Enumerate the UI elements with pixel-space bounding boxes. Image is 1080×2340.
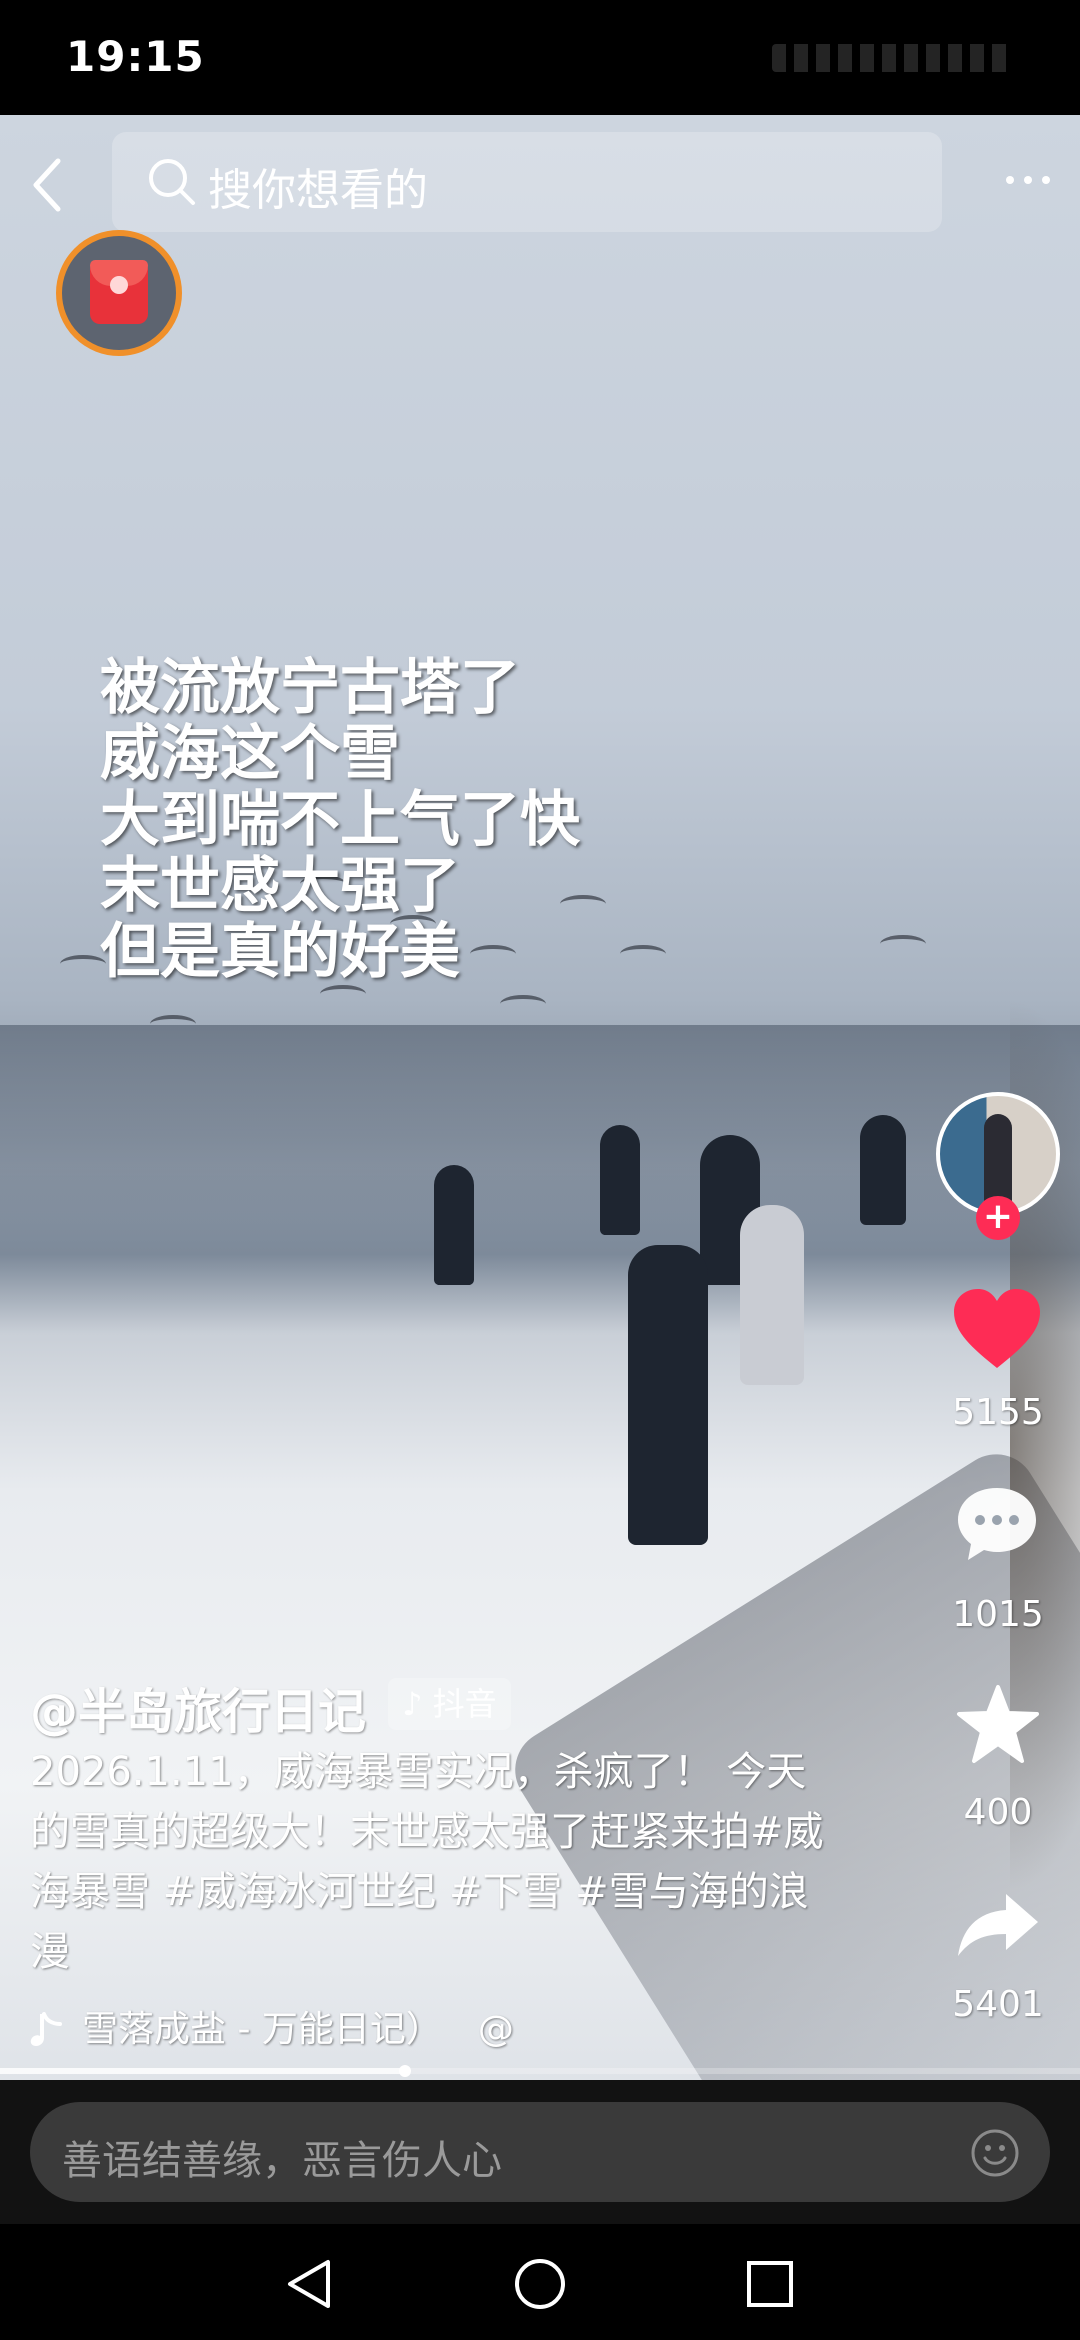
caption-line: 被流放宁古塔了 [100, 653, 520, 723]
progress-fill [0, 2068, 405, 2074]
music-title: 雪落成盐 - 万能日记） [82, 2009, 442, 2050]
status-bar: 19:15 [0, 0, 1080, 115]
person-silhouette [434, 1165, 474, 1285]
search-placeholder: 搜你想看的 [208, 165, 428, 216]
favorite-count: 400 [963, 1792, 1033, 1833]
like-count: 5155 [952, 1392, 1044, 1433]
search-bar[interactable]: 搜你想看的 [112, 132, 942, 232]
seagull [150, 1015, 196, 1033]
person-silhouette [628, 1245, 708, 1545]
share-arrow-icon[interactable] [956, 1890, 1040, 1960]
douyin-badge: ♪ 抖音 [388, 1678, 511, 1730]
nav-recents-icon[interactable] [740, 2254, 800, 2314]
post-description[interactable]: 2026.1.11，威海暴雪实况，杀疯了！ 今天的雪真的超级大！末世感太强了赶紧… [30, 1742, 830, 1982]
red-envelope-icon [90, 260, 148, 324]
heart-icon[interactable] [952, 1288, 1042, 1370]
music-info[interactable]: 雪落成盐 - 万能日记） @ [30, 2000, 514, 2052]
caption-line: 末世感太强了 [100, 851, 460, 921]
more-options-icon[interactable] [1004, 170, 1052, 190]
red-packet-reward-button[interactable] [56, 230, 182, 356]
music-note-icon: ♪ [402, 1685, 423, 1723]
music-note-icon [30, 2012, 62, 2046]
comment-bar: 善语结善缘，恶言伤人心 [0, 2080, 1080, 2224]
caption-line: 但是真的好美 [100, 917, 460, 987]
share-count: 5401 [952, 1984, 1044, 2025]
seagull [620, 945, 666, 963]
system-nav-bar [0, 2224, 1080, 2340]
search-icon [149, 159, 195, 205]
status-time: 19:15 [66, 32, 205, 81]
caption-line: 威海这个雪 [100, 719, 400, 789]
playback-progress-bar[interactable] [0, 2065, 1080, 2077]
nav-back-icon[interactable] [280, 2254, 340, 2314]
person-silhouette [740, 1205, 804, 1385]
comment-input[interactable]: 善语结善缘，恶言伤人心 [30, 2102, 1050, 2202]
comment-placeholder: 善语结善缘，恶言伤人心 [62, 2138, 502, 2184]
comment-count: 1015 [952, 1594, 1044, 1635]
caption-line: 大到喘不上气了快 [100, 785, 580, 855]
music-at: @ [477, 2009, 514, 2050]
sea-horizon [0, 1025, 1080, 1225]
back-arrow-icon[interactable] [28, 155, 68, 215]
nav-home-icon[interactable] [510, 2254, 570, 2314]
progress-knob[interactable] [399, 2065, 411, 2077]
badge-label: 抖音 [432, 1685, 497, 1723]
emoji-icon[interactable] [970, 2128, 1020, 2178]
video-caption-overlay: 被流放宁古塔了 威海这个雪 大到喘不上气了快 末世感太强了 但是真的好美 [100, 655, 580, 985]
person-silhouette [600, 1125, 640, 1235]
seagull [500, 995, 546, 1013]
status-icons [772, 44, 1012, 72]
comment-icon[interactable] [954, 1484, 1040, 1564]
seagull [320, 985, 366, 1003]
star-favorite-icon[interactable] [956, 1684, 1040, 1764]
author-name[interactable]: @半岛旅行日记 [30, 1672, 366, 1742]
person-silhouette [860, 1115, 906, 1225]
seagull [880, 935, 926, 953]
follow-plus-icon[interactable]: + [976, 1196, 1020, 1240]
